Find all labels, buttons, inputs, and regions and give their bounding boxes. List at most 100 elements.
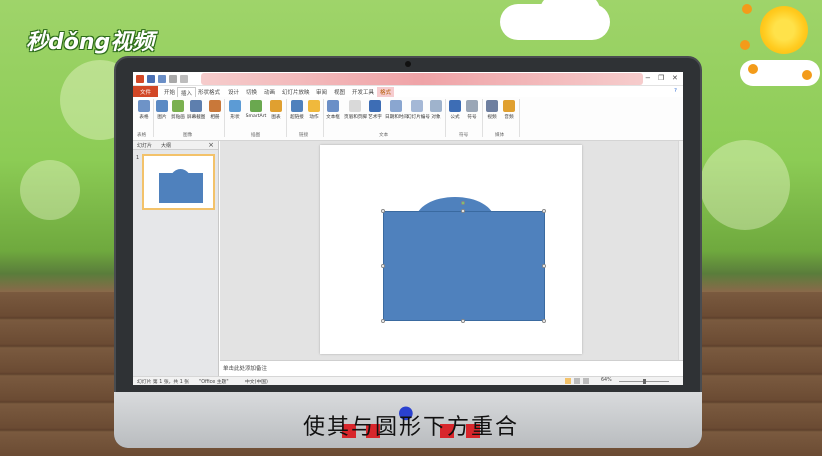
sun-ray — [748, 64, 758, 74]
omega-icon — [466, 100, 478, 112]
object-icon — [430, 100, 442, 112]
pi-icon — [449, 100, 461, 112]
tab-review[interactable]: 审阅 — [313, 87, 330, 97]
audio-button[interactable]: 音频 — [500, 100, 518, 120]
slide-canvas[interactable] — [320, 145, 582, 354]
ribbon-tabs: 文件 开始 插入 形状格式 设计 切换 动画 幻灯片放映 审阅 视图 开发工具 … — [133, 86, 683, 98]
slides-pane: 幻灯片 大纲 × 1 — [133, 141, 219, 376]
slide-number-button[interactable]: 幻灯片编号 — [407, 100, 430, 120]
thumbnail-rectangle — [159, 173, 203, 203]
slides-pane-tabs: 幻灯片 大纲 × — [133, 141, 218, 150]
video-subtitle: 使其与圆形下方重合 — [302, 415, 519, 440]
tab-view[interactable]: 视图 — [331, 87, 348, 97]
minimize-button[interactable]: − — [645, 74, 651, 82]
group-label-links: 链接 — [299, 133, 309, 138]
video-button[interactable]: 视频 — [483, 100, 501, 120]
selection-handle[interactable] — [381, 319, 385, 323]
customize-icon[interactable] — [180, 75, 188, 83]
selection-handle[interactable] — [381, 264, 385, 268]
header-footer-button[interactable]: 页眉和页脚 — [344, 100, 367, 120]
title-bar: − ❐ ✕ — [133, 72, 683, 86]
tab-outline[interactable]: 大纲 — [161, 142, 171, 149]
sun-ray — [802, 70, 812, 80]
slide-thumbnail[interactable] — [142, 154, 215, 210]
chart-button[interactable]: 图表 — [267, 100, 285, 120]
datetime-icon — [390, 100, 402, 112]
action-icon — [308, 100, 320, 112]
table-icon — [138, 100, 150, 112]
group-label-text: 文本 — [379, 133, 389, 138]
wordart-button[interactable]: 艺术字 — [366, 100, 384, 120]
group-label-images: 图像 — [183, 133, 193, 138]
close-icon[interactable]: × — [208, 141, 214, 149]
header-footer-icon — [349, 100, 361, 112]
selection-handle[interactable] — [542, 209, 546, 213]
help-icon[interactable]: ? — [671, 87, 680, 95]
tab-transitions[interactable]: 切换 — [243, 87, 260, 97]
textbox-button[interactable]: 文本框 — [324, 100, 342, 120]
smartart-icon — [250, 100, 262, 112]
sun-ray — [740, 40, 750, 50]
picture-icon — [156, 100, 168, 112]
zoom-level[interactable]: 64% — [601, 378, 612, 383]
vertical-scrollbar[interactable] — [678, 141, 683, 360]
status-bar: 幻灯片 第 1 张，共 1 张 "Office 主题" 中文(中国) 64% — [133, 376, 683, 385]
slide-editor — [220, 141, 678, 360]
clipart-icon — [172, 100, 184, 112]
undo-icon[interactable] — [158, 75, 166, 83]
restore-button[interactable]: ❐ — [658, 74, 664, 82]
tab-shape-format[interactable]: 形状格式 — [195, 87, 223, 97]
notes-placeholder: 单击此处添加备注 — [223, 366, 268, 372]
tab-developer[interactable]: 开发工具 — [349, 87, 377, 97]
selection-handle[interactable] — [542, 319, 546, 323]
selection-handle[interactable] — [542, 264, 546, 268]
datetime-button[interactable]: 日期和时间 — [385, 100, 408, 120]
app-icon — [136, 75, 144, 83]
bokeh-light — [20, 160, 80, 220]
shapes-icon — [229, 100, 241, 112]
tab-slides[interactable]: 幻灯片 — [137, 142, 152, 149]
textbox-icon — [327, 100, 339, 112]
powerpoint-window: − ❐ ✕ 文件 开始 插入 形状格式 设计 切换 动画 幻灯片放映 审阅 视图… — [133, 72, 683, 385]
group-label-symbols: 符号 — [459, 133, 469, 138]
sun-ray — [742, 4, 752, 14]
selection-handle[interactable] — [381, 209, 385, 213]
object-button[interactable]: 对象 — [427, 100, 445, 120]
equation-button[interactable]: 公式 — [446, 100, 464, 120]
group-label-illustrations: 插图 — [251, 133, 261, 138]
clipart-button[interactable]: 剪贴画 — [169, 100, 187, 120]
tab-format[interactable]: 格式 — [377, 87, 395, 97]
hyperlink-icon — [291, 100, 303, 112]
smartart-button[interactable]: SmartArt — [245, 100, 267, 119]
table-button[interactable]: 表格 — [135, 100, 153, 120]
tab-slideshow[interactable]: 幻灯片放映 — [279, 87, 313, 97]
brand-logo: 秒dǒng视频 — [26, 30, 155, 55]
tab-home[interactable]: 开始 — [161, 87, 178, 97]
redo-icon[interactable] — [169, 75, 177, 83]
tab-file[interactable]: 文件 — [133, 86, 159, 97]
shapes-button[interactable]: 形状 — [226, 100, 244, 120]
symbol-button[interactable]: 符号 — [463, 100, 481, 120]
zoom-slider-knob[interactable] — [643, 379, 646, 384]
album-button[interactable]: 相册 — [206, 100, 224, 120]
reading-view-icon[interactable] — [583, 378, 589, 384]
screenshot-button[interactable]: 屏幕截图 — [187, 100, 205, 120]
normal-view-icon[interactable] — [565, 378, 571, 384]
notes-pane[interactable]: 单击此处添加备注 — [220, 360, 683, 376]
slide-sorter-icon[interactable] — [574, 378, 580, 384]
language[interactable]: 中文(中国) — [245, 378, 268, 385]
action-button[interactable]: 动作 — [305, 100, 323, 120]
tab-animations[interactable]: 动画 — [261, 87, 278, 97]
save-icon[interactable] — [147, 75, 155, 83]
tab-design[interactable]: 设计 — [225, 87, 242, 97]
rectangle-shape[interactable] — [383, 211, 545, 321]
selection-handle[interactable] — [461, 209, 465, 213]
bokeh-light — [700, 140, 790, 230]
hyperlink-button[interactable]: 超链接 — [288, 100, 306, 120]
selection-handle[interactable] — [461, 319, 465, 323]
group-label-media: 媒体 — [495, 133, 505, 138]
video-icon — [486, 100, 498, 112]
close-button[interactable]: ✕ — [672, 74, 678, 82]
rotation-handle[interactable] — [461, 201, 465, 205]
slide-number-icon — [411, 100, 423, 112]
